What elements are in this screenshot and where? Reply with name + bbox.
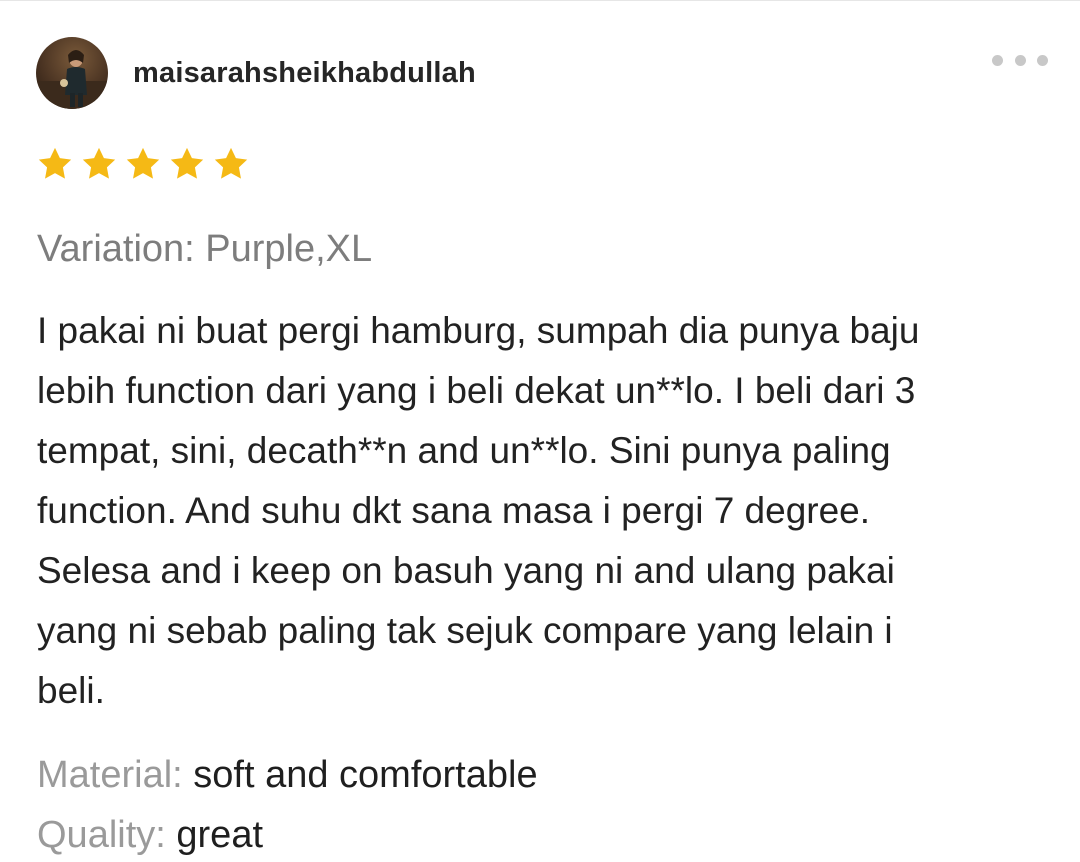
avatar-image	[36, 37, 108, 109]
review-text-line: Selesa and i keep on basuh yang ni and u…	[37, 550, 895, 591]
top-divider	[0, 0, 1080, 1]
review-text-line: beli.	[37, 670, 105, 711]
review-header: maisarahsheikhabdullah	[36, 37, 476, 109]
attribute-value: soft and comfortable	[193, 754, 538, 796]
star-rating	[36, 145, 250, 183]
attribute-value: great	[176, 814, 264, 856]
more-horizontal-icon	[1014, 54, 1026, 66]
avatar[interactable]	[36, 37, 108, 109]
attribute-key: Material:	[37, 754, 194, 796]
star-icon	[170, 147, 204, 179]
more-horizontal-icon	[1037, 54, 1048, 66]
star-icon	[126, 147, 160, 179]
attribute-material: Material: soft and comfortable	[37, 748, 538, 802]
review-text-line: tempat, sini, decath**n and un**lo. Sini…	[37, 430, 891, 471]
star-icon	[214, 147, 248, 179]
star-icon	[38, 147, 72, 179]
review-text-line: I pakai ni buat pergi hamburg, sumpah di…	[37, 310, 920, 351]
review-text-line: yang ni sebab paling tak sejuk compare y…	[37, 610, 893, 651]
star-icon	[82, 147, 116, 179]
review-text: I pakai ni buat pergi hamburg, sumpah di…	[37, 301, 1047, 721]
attribute-quality: Quality: great	[37, 808, 263, 862]
more-horizontal-icon	[992, 54, 1003, 66]
review-text-line: lebih function dari yang i beli dekat un…	[37, 370, 916, 411]
username[interactable]: maisarahsheikhabdullah	[133, 57, 476, 90]
product-variation: Variation: Purple,XL	[37, 228, 373, 270]
review-text-line: function. And suhu dkt sana masa i pergi…	[37, 490, 871, 531]
attribute-key: Quality:	[37, 814, 177, 856]
more-options-button[interactable]	[992, 48, 1048, 72]
